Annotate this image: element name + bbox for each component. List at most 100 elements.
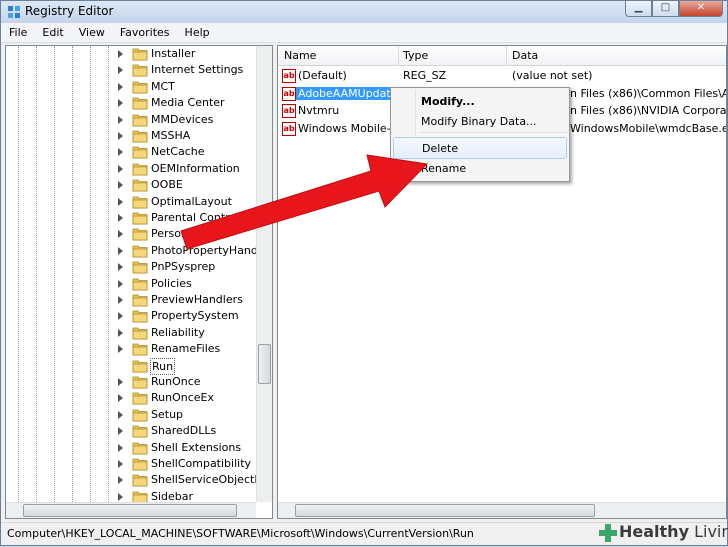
close-icon: ✕: [696, 2, 706, 13]
folder-icon: [132, 179, 148, 192]
tree-item[interactable]: MMDevices: [6, 112, 258, 128]
tree-item[interactable]: PnPSysprep: [6, 259, 258, 275]
tree-item-label: Setup: [151, 407, 184, 421]
tree-item-label: ShellServiceObjectDel: [151, 473, 273, 487]
expand-arrow-icon[interactable]: [118, 492, 123, 501]
folder-icon: [132, 196, 148, 208]
key-tree-pane[interactable]: Installer Internet Settings MCT Media Cente…: [5, 45, 273, 519]
expand-arrow-icon[interactable]: [118, 197, 123, 206]
tree-item[interactable]: Reliability: [6, 325, 258, 341]
tree-item[interactable]: SharedDLLs: [6, 423, 258, 439]
brand-text: Healthy Living: [619, 522, 728, 541]
expand-arrow-icon[interactable]: [118, 246, 123, 255]
tree-item-label: RenameFiles: [151, 342, 221, 356]
maximize-button[interactable]: □: [652, 1, 679, 17]
tree-item[interactable]: ShellCompatibility: [6, 456, 258, 472]
expand-arrow-icon[interactable]: [118, 82, 123, 91]
tree-item[interactable]: OptimalLayout: [6, 194, 258, 210]
tree-item[interactable]: NetCache: [6, 144, 258, 160]
tree-item[interactable]: RunOnceEx: [6, 390, 258, 406]
healthy-living-logo: Healthy Living: [595, 519, 728, 545]
tree-item[interactable]: OOBE: [6, 177, 258, 193]
tree-item[interactable]: Media Center: [6, 95, 258, 111]
tree-item[interactable]: PropertySystem: [6, 308, 258, 324]
expand-arrow-icon[interactable]: [118, 394, 123, 403]
registry-editor-window: Registry Editor ▁ □ ✕ File Edit View Fav…: [0, 0, 728, 546]
tree-item[interactable]: PhotoPropertyHandle: [6, 243, 268, 259]
menu-file[interactable]: File: [1, 23, 34, 42]
tree-item[interactable]: Personaliz: [6, 226, 258, 242]
title-bar[interactable]: Registry Editor ▁ □ ✕: [1, 1, 727, 23]
folder-icon: [132, 64, 148, 77]
close-button[interactable]: ✕: [679, 1, 723, 17]
expand-arrow-icon[interactable]: [118, 378, 123, 386]
tree-item-label: PnPSysprep: [151, 260, 216, 274]
tree-item[interactable]: Internet Settings: [6, 62, 258, 78]
minimize-button[interactable]: ▁: [625, 1, 652, 17]
expand-arrow-icon[interactable]: [118, 148, 123, 157]
tree-item[interactable]: PreviewHandlers: [6, 292, 258, 308]
tree-item-label: OOBE: [151, 178, 183, 192]
menu-edit[interactable]: Edit: [34, 23, 70, 42]
expand-arrow-icon[interactable]: [118, 427, 123, 436]
string-value-icon: ab: [282, 121, 296, 136]
tree-item[interactable]: Run: [6, 357, 258, 375]
tree-horizontal-scrollbar[interactable]: [6, 502, 256, 518]
tree-item[interactable]: MSSHA: [6, 128, 258, 144]
expand-arrow-icon[interactable]: [118, 296, 123, 304]
menu-help[interactable]: Help: [177, 23, 217, 42]
expand-arrow-icon[interactable]: [118, 99, 123, 108]
folder-icon: [132, 310, 148, 323]
expand-arrow-icon[interactable]: [118, 312, 123, 321]
column-header-data[interactable]: Data: [512, 49, 538, 62]
tree-item[interactable]: Parental Controls: [6, 210, 258, 226]
tree-item[interactable]: MCT: [6, 79, 258, 95]
expand-arrow-icon[interactable]: [118, 115, 123, 124]
expand-arrow-icon[interactable]: [118, 164, 123, 173]
tree-scroll-thumb[interactable]: [258, 344, 271, 384]
expand-arrow-icon[interactable]: [118, 230, 123, 239]
expand-arrow-icon[interactable]: [118, 181, 123, 190]
context-menu-item-label: Modify...: [421, 95, 475, 108]
tree-item-label: PreviewHandlers: [151, 293, 243, 306]
folder-icon: [132, 442, 148, 454]
column-header-type[interactable]: Type: [403, 49, 428, 62]
context-menu-item-delete[interactable]: Delete: [393, 137, 567, 159]
list-horizontal-scrollbar[interactable]: [278, 502, 726, 518]
tree-item[interactable]: Policies: [6, 276, 258, 292]
expand-arrow-icon[interactable]: [118, 279, 123, 288]
expand-arrow-icon[interactable]: [118, 328, 123, 337]
context-menu-item-rename[interactable]: Rename: [393, 158, 567, 180]
tree-item[interactable]: Installer: [6, 46, 258, 62]
tree-vertical-scrollbar[interactable]: [256, 46, 272, 502]
tree-item[interactable]: Shell Extensions: [6, 440, 258, 456]
context-menu-item-modify[interactable]: Modify...: [393, 91, 567, 113]
value-row[interactable]: ab (Default) REG_SZ (value not set): [278, 68, 726, 85]
expand-arrow-icon[interactable]: [118, 132, 123, 140]
list-hscroll-thumb[interactable]: [295, 504, 595, 517]
tree-hscroll-thumb[interactable]: [23, 504, 237, 517]
column-header-name[interactable]: Name: [284, 49, 316, 62]
context-menu-separator: [419, 132, 567, 133]
expand-arrow-icon[interactable]: [118, 66, 123, 75]
expand-arrow-icon[interactable]: [118, 410, 123, 419]
tree-item[interactable]: ShellServiceObjectDel: [6, 472, 272, 488]
expand-arrow-icon[interactable]: [118, 50, 123, 58]
tree-item[interactable]: RenameFiles: [6, 341, 258, 357]
column-divider[interactable]: [506, 46, 507, 66]
folder-icon: [132, 48, 148, 61]
tree-item[interactable]: RunOnce: [6, 374, 258, 390]
expand-arrow-icon[interactable]: [118, 443, 123, 452]
menu-favorites[interactable]: Favorites: [112, 23, 177, 42]
expand-arrow-icon[interactable]: [118, 460, 123, 468]
menu-view[interactable]: View: [71, 23, 112, 42]
expand-arrow-icon[interactable]: [118, 476, 123, 485]
expand-arrow-icon[interactable]: [118, 263, 123, 272]
expand-arrow-icon[interactable]: [118, 214, 123, 222]
expand-arrow-icon[interactable]: [118, 345, 123, 354]
tree-item[interactable]: Setup: [6, 407, 258, 423]
context-menu-item-modify-binary-data[interactable]: Modify Binary Data...: [393, 111, 567, 133]
column-divider[interactable]: [398, 46, 399, 66]
tree-item[interactable]: OEMInformation: [6, 161, 258, 177]
tree-item-label: Reliability: [151, 325, 205, 339]
